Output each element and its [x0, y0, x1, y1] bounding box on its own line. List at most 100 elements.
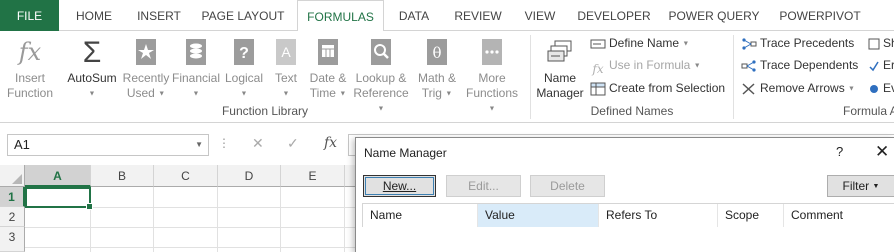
- show-formulas-icon: [868, 38, 880, 50]
- logical-button[interactable]: ? Logical ▼: [222, 33, 266, 105]
- more-functions-button[interactable]: More Functions ▼: [461, 33, 523, 112]
- formula-bar-grip[interactable]: ⋮: [218, 136, 230, 150]
- tab-page-layout[interactable]: PAGE LAYOUT: [196, 0, 290, 31]
- tab-data[interactable]: DATA: [390, 0, 438, 31]
- function-library-group-label: Function Library: [221, 104, 309, 118]
- name-manager-dialog: Name Manager ? ✕ New... Edit... Delete F…: [355, 137, 894, 252]
- new-name-button[interactable]: New...: [363, 175, 436, 197]
- ribbon-tab-bar: FILE HOME INSERT PAGE LAYOUT FORMULAS DA…: [0, 0, 894, 32]
- active-cell[interactable]: [25, 187, 93, 210]
- chevron-down-icon: ▼: [88, 90, 96, 98]
- help-button[interactable]: ?: [836, 144, 843, 159]
- date-time-button[interactable]: Date & Time ▼: [305, 33, 351, 105]
- recently-used-label-2: Used: [126, 86, 155, 100]
- delete-name-label: Delete: [550, 179, 585, 193]
- math-trig-button[interactable]: θ Math & Trig ▼: [413, 33, 461, 105]
- insert-function-label-2: Function: [6, 86, 54, 100]
- more-functions-label-2: Functions: [465, 86, 519, 100]
- text-label: Text: [274, 71, 297, 85]
- selection-grid-icon: [590, 82, 606, 96]
- name-manager-label-2: Manager: [536, 86, 584, 100]
- autosum-label: AutoSum: [67, 71, 117, 85]
- trace-dependents-button[interactable]: Trace Dependents: [741, 55, 858, 76]
- dialog-title: Name Manager: [364, 146, 447, 160]
- error-checking-button[interactable]: Er: [868, 55, 894, 76]
- group-divider: [530, 35, 531, 119]
- tab-view[interactable]: VIEW: [518, 0, 562, 31]
- chevron-down-icon: ▼: [848, 85, 855, 93]
- trace-precedents-button[interactable]: Trace Precedents: [741, 33, 854, 54]
- worksheet-grid: A B C D E 1 2 3: [0, 165, 356, 252]
- name-box-value: A1: [14, 137, 30, 152]
- tab-insert[interactable]: INSERT: [130, 0, 188, 31]
- financial-button[interactable]: Financial ▼: [171, 33, 221, 105]
- column-header-refers-to[interactable]: Refers To: [599, 204, 718, 227]
- trace-dependents-label: Trace Dependents: [760, 58, 859, 72]
- edit-name-button[interactable]: Edit...: [446, 175, 521, 197]
- recently-used-label-1: Recently: [122, 71, 170, 85]
- enter-entry-button[interactable]: ✓: [287, 135, 299, 152]
- use-in-formula-button[interactable]: fx Use in Formula ▼: [590, 55, 701, 76]
- column-header-comment[interactable]: Comment: [784, 204, 894, 227]
- fx-small-icon: fx: [592, 61, 604, 76]
- svg-text:?: ?: [239, 45, 249, 62]
- column-header-scope[interactable]: Scope: [718, 204, 784, 227]
- tab-developer[interactable]: DEVELOPER: [574, 0, 654, 31]
- create-from-selection-label: Create from Selection: [609, 81, 726, 95]
- column-header[interactable]: C: [154, 165, 218, 187]
- column-header-value[interactable]: Value: [478, 204, 599, 227]
- row-header[interactable]: 3: [0, 227, 25, 252]
- name-box[interactable]: A1 ▼: [7, 134, 209, 156]
- create-from-selection-button[interactable]: Create from Selection: [590, 78, 725, 99]
- name-manager-label-1: Name: [543, 71, 576, 85]
- delete-name-button[interactable]: Delete: [530, 175, 605, 197]
- insert-function-button[interactable]: fx Insert Function: [2, 33, 58, 105]
- evaluate-formula-button[interactable]: Ev: [868, 78, 894, 99]
- coins-book-icon: [186, 39, 206, 65]
- tab-formulas[interactable]: FORMULAS: [297, 0, 384, 32]
- lookup-reference-label-1: Lookup &: [355, 71, 407, 85]
- text-functions-button[interactable]: A Text ▼: [268, 33, 304, 105]
- tab-powerpivot[interactable]: POWERPIVOT: [774, 0, 866, 31]
- tab-home[interactable]: HOME: [66, 0, 122, 31]
- column-header[interactable]: B: [91, 165, 154, 187]
- cancel-entry-button[interactable]: ✕: [252, 135, 264, 152]
- column-header[interactable]: D: [218, 165, 281, 187]
- column-header[interactable]: E: [281, 165, 345, 187]
- financial-label: Financial: [171, 71, 221, 85]
- select-all-button[interactable]: [0, 165, 25, 187]
- name-manager-button[interactable]: Name Manager: [533, 33, 587, 105]
- evaluate-formula-label: Ev: [883, 81, 894, 95]
- column-header-name[interactable]: Name: [363, 204, 478, 227]
- question-book-icon: ?: [234, 39, 254, 65]
- autosum-button[interactable]: Σ AutoSum ▼: [62, 33, 122, 105]
- recently-used-button[interactable]: Recently Used ▼: [121, 33, 171, 105]
- close-icon[interactable]: ✕: [875, 142, 889, 162]
- name-tags-icon: [547, 40, 572, 62]
- chevron-down-icon: ▼: [339, 90, 347, 98]
- gridline: [25, 227, 356, 228]
- chevron-down-icon: ▼: [192, 90, 200, 98]
- filter-button[interactable]: Filter ▼: [827, 175, 894, 197]
- math-trig-label-1: Math &: [417, 71, 456, 85]
- tab-power-query[interactable]: POWER QUERY: [664, 0, 764, 31]
- remove-arrows-button[interactable]: Remove Arrows ▼: [741, 78, 855, 99]
- define-name-label: Define Name: [609, 36, 680, 50]
- row-header[interactable]: 1: [0, 187, 25, 207]
- show-formulas-button[interactable]: Sh: [868, 33, 894, 54]
- show-formulas-label: Sh: [883, 36, 894, 50]
- remove-arrows-icon: [742, 83, 755, 95]
- chevron-down-icon[interactable]: ▼: [195, 135, 203, 155]
- lookup-reference-button[interactable]: Lookup & Reference ▼: [350, 33, 412, 112]
- tab-review[interactable]: REVIEW: [448, 0, 508, 31]
- insert-function-fx-button[interactable]: fx: [324, 135, 337, 151]
- column-header[interactable]: A: [25, 165, 91, 187]
- tag-icon: [590, 39, 606, 49]
- tab-file[interactable]: FILE: [0, 0, 59, 31]
- gridline: [25, 247, 356, 248]
- define-name-button[interactable]: Define Name ▼: [590, 33, 689, 54]
- svg-text:A: A: [281, 44, 291, 60]
- chevron-down-icon: ▼: [693, 62, 701, 70]
- row-header[interactable]: 2: [0, 207, 25, 227]
- error-checking-icon: [869, 61, 879, 72]
